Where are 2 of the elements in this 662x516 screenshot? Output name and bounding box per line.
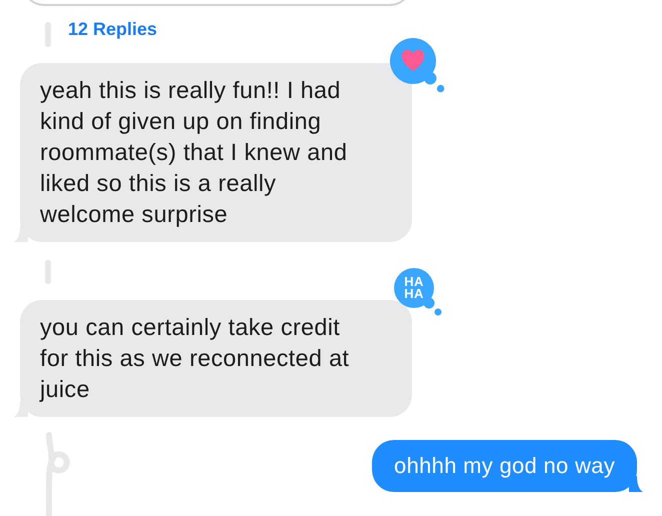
bubble-tail (629, 476, 643, 492)
replies-link[interactable]: 12 Replies (68, 19, 158, 40)
